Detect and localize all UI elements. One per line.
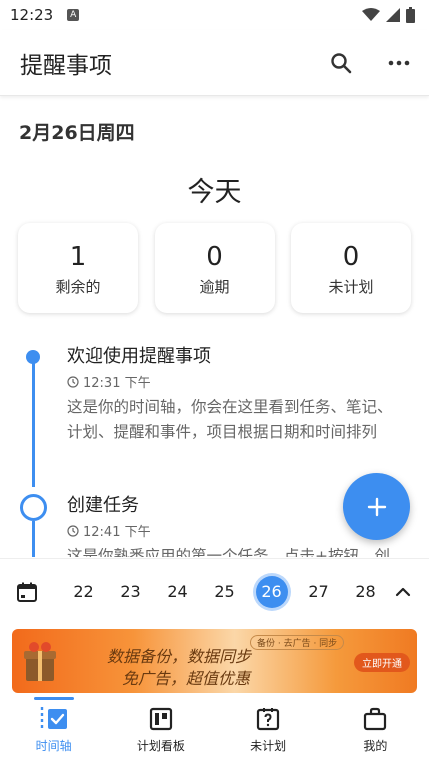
day-25[interactable]: 25: [201, 576, 248, 608]
gift-icon: [24, 642, 56, 681]
app-bar: 提醒事项: [0, 30, 429, 96]
day-label: 26: [255, 575, 288, 608]
battery-icon: [406, 7, 415, 23]
calendar-button[interactable]: [12, 581, 42, 603]
stats-row: 1 剩余的 0 逾期 0 未计划: [18, 223, 411, 313]
week-days: 22 23 24 25 26 27 28: [60, 575, 389, 608]
day-label: 25: [214, 582, 235, 601]
nav-item-profile[interactable]: 我的: [322, 697, 429, 764]
more-button[interactable]: [383, 47, 415, 79]
timeline-item-title: 欢迎使用提醒事项: [67, 346, 211, 367]
add-button[interactable]: [343, 473, 410, 540]
timeline-item-time-row: 12:31 下午: [67, 372, 407, 391]
week-bar: 22 23 24 25 26 27 28: [0, 558, 429, 624]
timeline-icon: [40, 707, 67, 731]
bottom-nav: 时间轴 计划看板 未计划 我的: [0, 697, 429, 764]
timeline-item-description: 这是你的时间轴，你会在这里看到任务、笔记、计划、提醒和事件，项目根据日期和时间排…: [67, 398, 393, 441]
timeline-item-time: 12:31 下午: [83, 376, 151, 391]
wifi-icon: [362, 8, 380, 21]
search-icon: [331, 52, 352, 73]
timeline-item-time: 12:41 下午: [83, 525, 151, 540]
day-24[interactable]: 24: [154, 576, 201, 608]
stat-card-remaining[interactable]: 1 剩余的: [18, 223, 138, 313]
stat-label: 未计划: [328, 277, 374, 296]
page-title: 提醒事项: [20, 52, 112, 79]
timeline-dot: [26, 350, 40, 364]
stat-value: 1: [69, 241, 87, 272]
signal-icon: [386, 8, 400, 22]
timeline-ring[interactable]: [20, 494, 47, 521]
nav-label: 未计划: [250, 739, 287, 753]
day-label: 22: [73, 582, 94, 601]
search-button[interactable]: [325, 47, 357, 79]
timeline-line: [32, 357, 35, 487]
banner-line2: 免广告，超值优惠: [122, 669, 251, 688]
calendar-icon: [17, 582, 37, 602]
day-label: 27: [308, 582, 329, 601]
notification-icon: A: [67, 9, 80, 21]
profile-icon: [364, 707, 387, 731]
day-22[interactable]: 22: [60, 576, 107, 608]
day-26-selected[interactable]: 26: [248, 575, 295, 608]
day-label: 28: [355, 582, 376, 601]
banner-tags: 备份 · 去广告 · 同步: [250, 635, 345, 650]
unplanned-icon: [257, 708, 280, 731]
timeline-line: [32, 521, 35, 557]
clock-icon: [67, 524, 79, 537]
timeline-item-description: 这是你熟悉应用的第一个任务，点击+按钮，创: [67, 547, 390, 557]
banner-cta-button[interactable]: 立即开通: [354, 653, 410, 672]
day-label: 24: [167, 582, 188, 601]
plus-icon: [367, 497, 386, 516]
status-time: 12:23: [10, 6, 54, 24]
timeline-item[interactable]: 欢迎使用提醒事项 12:31 下午 这是你的时间轴，你会在这里看到任务、笔记、计…: [67, 345, 407, 445]
stat-card-unplanned[interactable]: 0 未计划: [291, 223, 411, 313]
day-27[interactable]: 27: [295, 576, 342, 608]
stat-value: 0: [342, 241, 360, 272]
collapse-button[interactable]: [389, 587, 417, 597]
nav-label: 我的: [363, 739, 388, 753]
nav-item-kanban[interactable]: 计划看板: [107, 697, 214, 764]
day-23[interactable]: 23: [107, 576, 154, 608]
stat-card-overdue[interactable]: 0 逾期: [154, 223, 275, 313]
banner-line1: 数据备份，数据同步: [107, 647, 252, 666]
kanban-icon: [149, 707, 172, 731]
clock-icon: [67, 375, 79, 388]
day-28[interactable]: 28: [342, 576, 389, 608]
stat-value: 0: [206, 241, 223, 272]
stat-label: 剩余的: [55, 277, 101, 296]
more-icon: [388, 60, 410, 65]
status-bar: 12:23 A: [0, 0, 429, 30]
nav-label: 时间轴: [35, 739, 72, 753]
promo-banner[interactable]: 备份 · 去广告 · 同步 数据备份，数据同步 免广告，超值优惠 立即开通: [12, 629, 417, 693]
date-heading: 2月26日周四: [19, 122, 135, 144]
nav-item-unplanned[interactable]: 未计划: [215, 697, 322, 764]
stat-label: 逾期: [199, 277, 230, 296]
chevron-up-icon: [395, 587, 411, 596]
today-title: 今天: [187, 177, 242, 208]
nav-active-indicator: [33, 697, 74, 700]
nav-item-timeline[interactable]: 时间轴: [0, 697, 107, 764]
nav-label: 计划看板: [136, 739, 185, 753]
day-label: 23: [120, 582, 141, 601]
status-icons: [362, 7, 415, 23]
